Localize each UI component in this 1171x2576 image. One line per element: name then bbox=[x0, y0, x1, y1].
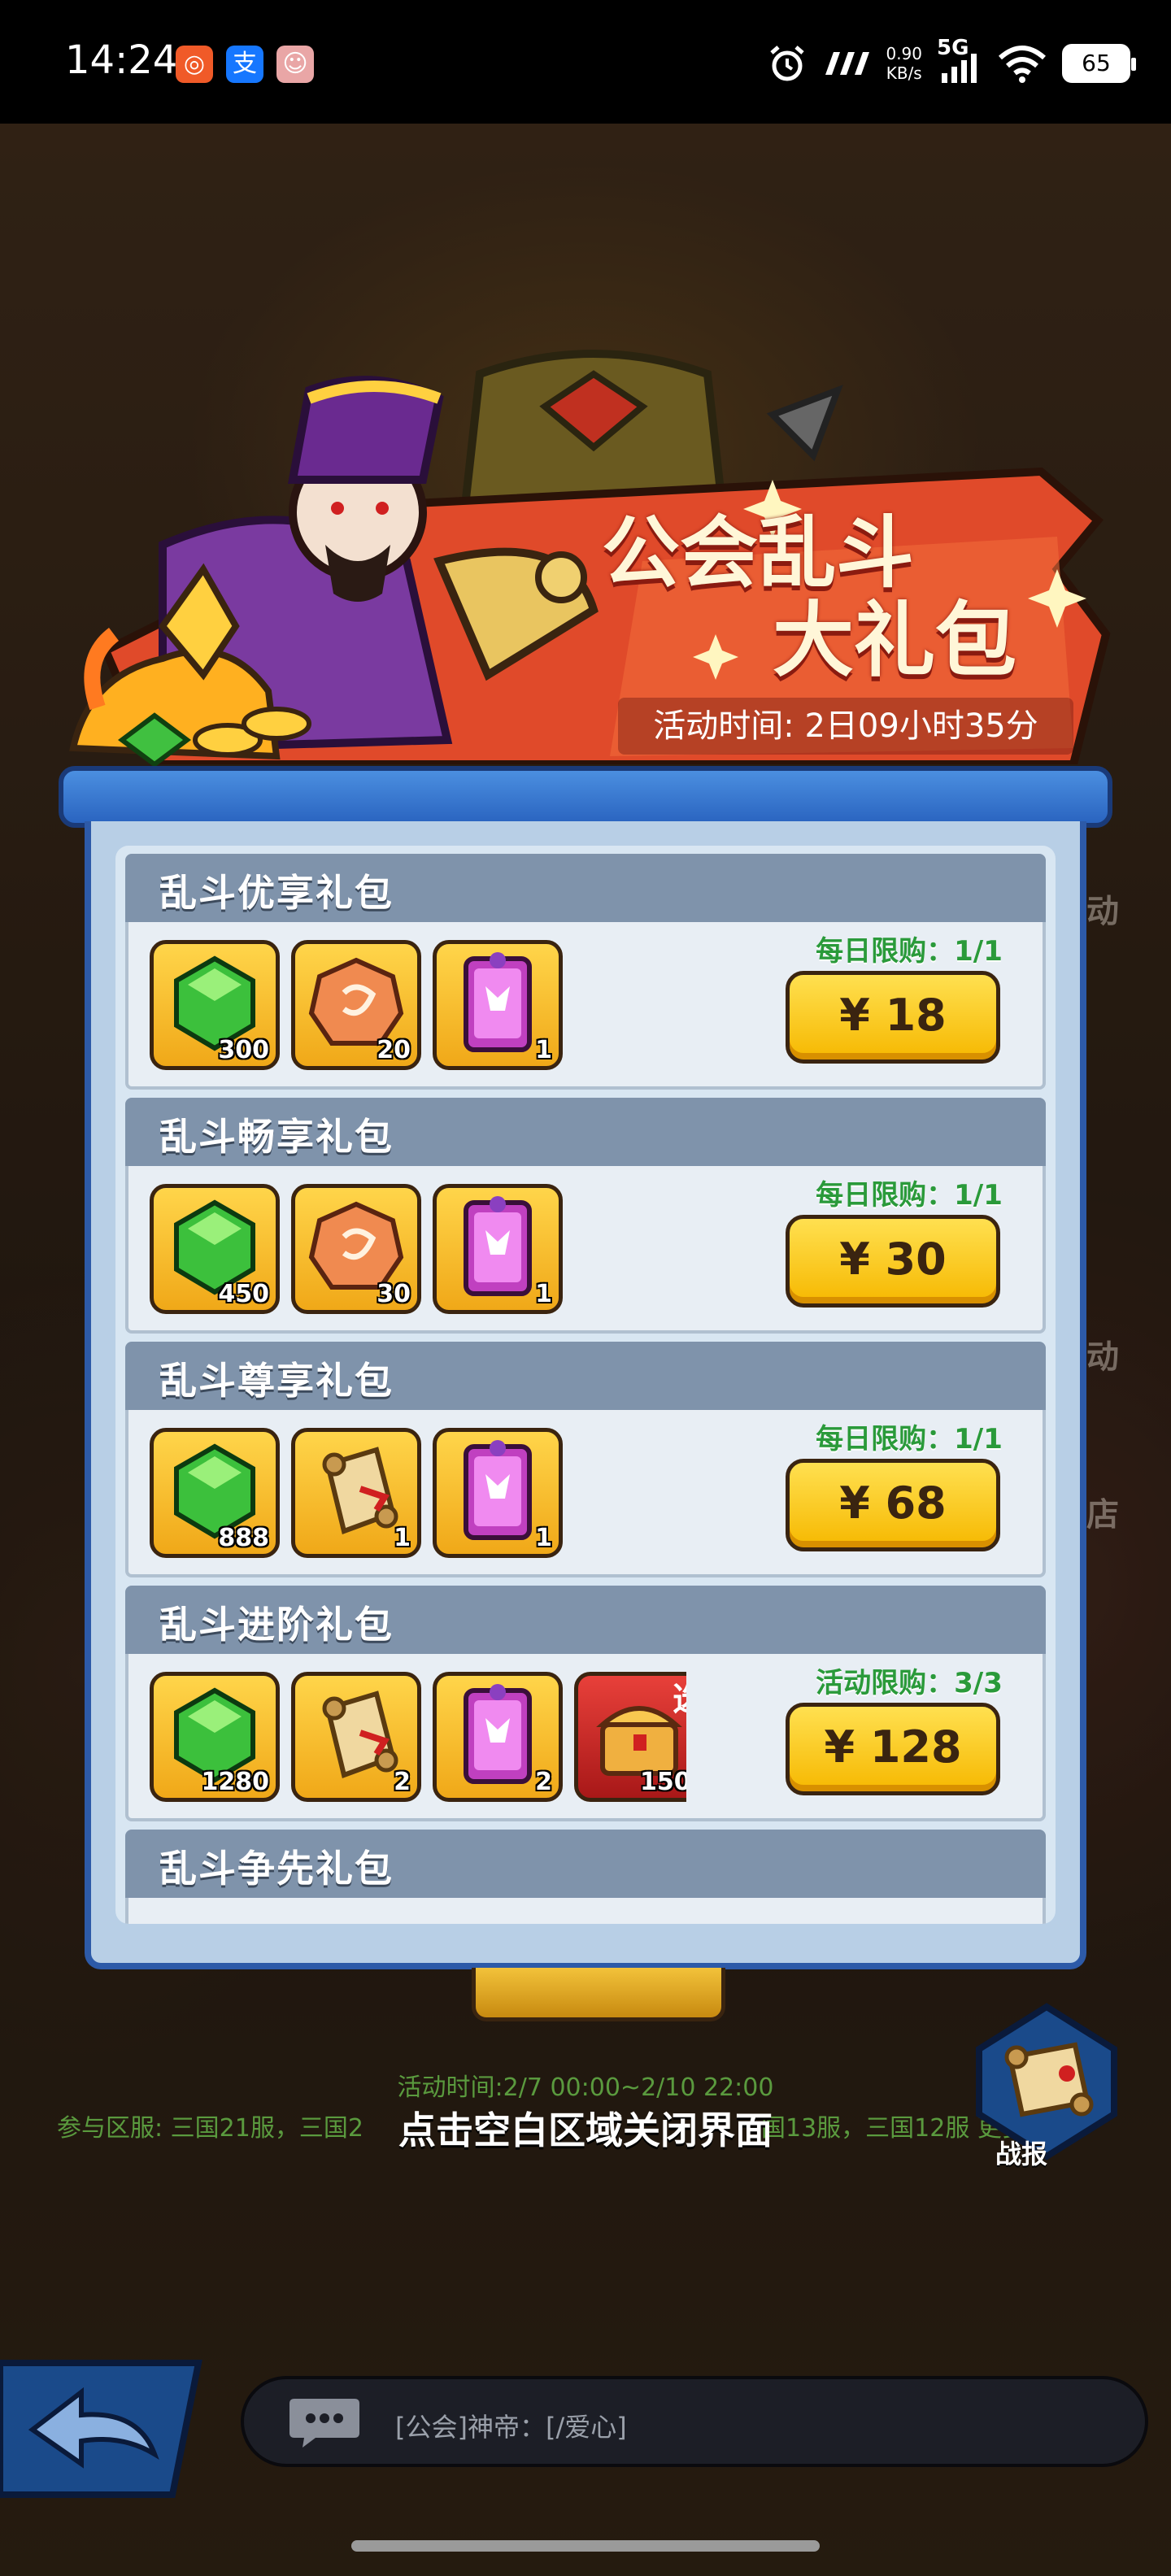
status-bar: 14:24 ◎ 支 ☺ 0.90 KB/s 5G 65 bbox=[0, 0, 1171, 124]
purchase-limit: 每日限购：1/1 bbox=[816, 1423, 1003, 1456]
buy-button[interactable]: ¥ 68 bbox=[786, 1459, 1000, 1551]
banner-title-line1: 公会乱斗 bbox=[602, 507, 914, 598]
item-quantity: 1 bbox=[535, 1036, 552, 1064]
buy-button[interactable]: ¥ 18 bbox=[786, 971, 1000, 1064]
gift-pack-card: 乱斗优享礼包 300 20 1 每日限购：1/1 ¥ 18 bbox=[125, 854, 1046, 1090]
event-countdown: 活动时间: 2日09小时35分 bbox=[618, 698, 1073, 755]
orange-orb-icon[interactable]: 30 bbox=[291, 1184, 421, 1314]
buy-button[interactable]: ¥ 30 bbox=[786, 1215, 1000, 1308]
item-quantity: 2 bbox=[535, 1768, 552, 1796]
purchase-limit: 每日限购：1/1 bbox=[816, 935, 1003, 968]
alipay-icon: 支 bbox=[226, 46, 263, 83]
background-yellow-tab bbox=[472, 1968, 725, 2021]
battle-report-label: 战报 bbox=[995, 2139, 1048, 2169]
orange-orb-icon[interactable]: 20 bbox=[291, 940, 421, 1070]
bg-side-label-2: 动 bbox=[1086, 1338, 1119, 1376]
strategist-character-illustration bbox=[69, 376, 599, 768]
gift-pack-title: 乱斗优享礼包 bbox=[159, 871, 394, 915]
panel-header-bar bbox=[59, 766, 1112, 828]
gift-pack-title: 乱斗进阶礼包 bbox=[159, 1603, 394, 1647]
buy-button[interactable]: ¥ 128 bbox=[786, 1703, 1000, 1795]
carrier-icon bbox=[825, 52, 870, 75]
bg-side-label-1: 动 bbox=[1086, 893, 1119, 930]
purple-card-icon[interactable]: 1 bbox=[433, 940, 563, 1070]
gift-pack-card: 乱斗进阶礼包 1280 2 2 选 bbox=[125, 1586, 1046, 1821]
home-indicator[interactable] bbox=[351, 2540, 820, 2552]
battery-icon: 65 bbox=[1062, 44, 1136, 83]
game-app-icon: ☺ bbox=[276, 46, 314, 83]
chat-bar[interactable]: [公会]神帝：[/爱心] bbox=[241, 2376, 1148, 2467]
banner-title-line2: 大礼包 bbox=[773, 593, 1016, 688]
gift-pack-card: 乱斗争先礼包 bbox=[125, 1830, 1046, 1924]
gift-pack-list[interactable]: 乱斗优享礼包 300 20 1 每日限购：1/1 ¥ 18 乱斗畅享礼包 450… bbox=[115, 846, 1056, 1924]
back-button[interactable] bbox=[0, 2356, 203, 2501]
item-quantity: 150 bbox=[640, 1768, 686, 1796]
chat-bubble-icon bbox=[289, 2399, 359, 2448]
green-gem-icon[interactable]: 300 bbox=[150, 940, 280, 1070]
green-gem-icon[interactable]: 888 bbox=[150, 1428, 280, 1558]
item-quantity: 20 bbox=[377, 1036, 411, 1064]
purple-card-icon[interactable]: 1 bbox=[433, 1428, 563, 1558]
gift-pack-title: 乱斗争先礼包 bbox=[159, 1847, 394, 1891]
treasure-chest-icon[interactable]: 选 150 bbox=[574, 1672, 686, 1802]
item-quantity: 1 bbox=[535, 1280, 552, 1308]
scroll-icon[interactable]: 2 bbox=[291, 1672, 421, 1802]
purple-card-icon[interactable]: 1 bbox=[433, 1184, 563, 1314]
green-gem-icon[interactable]: 1280 bbox=[150, 1672, 280, 1802]
gift-pack-title: 乱斗尊享礼包 bbox=[159, 1359, 394, 1403]
selectable-tag: 选 bbox=[673, 1676, 686, 1720]
gift-pack-card: 乱斗畅享礼包 450 30 1 每日限购：1/1 ¥ 30 bbox=[125, 1098, 1046, 1334]
network-speed-unit: KB/s bbox=[886, 63, 922, 83]
chat-latest-message: [公会]神帝：[/爱心] bbox=[395, 2412, 627, 2443]
wifi-icon bbox=[999, 46, 1046, 83]
bg-side-label-3: 店 bbox=[1086, 1496, 1119, 1534]
item-quantity: 2 bbox=[394, 1768, 411, 1796]
purchase-limit: 活动限购：3/3 bbox=[816, 1667, 1003, 1699]
signal-icon: 5G bbox=[937, 36, 982, 86]
purple-card-icon[interactable]: 2 bbox=[433, 1672, 563, 1802]
green-gem-icon[interactable]: 450 bbox=[150, 1184, 280, 1314]
purchase-limit: 每日限购：1/1 bbox=[816, 1179, 1003, 1212]
item-quantity: 888 bbox=[218, 1524, 269, 1552]
gift-pack-card: 乱斗尊享礼包 888 1 1 每日限购：1/1 ¥ 68 bbox=[125, 1342, 1046, 1577]
item-quantity: 30 bbox=[377, 1280, 411, 1308]
gift-pack-title: 乱斗畅享礼包 bbox=[159, 1115, 394, 1159]
network-speed-value: 0.90 bbox=[886, 44, 922, 63]
app-badge-icon: ◎ bbox=[176, 46, 213, 83]
banner-title: 公会乱斗 大礼包 bbox=[602, 514, 1057, 681]
item-quantity: 450 bbox=[218, 1280, 269, 1308]
clock: 14:24 bbox=[65, 37, 178, 83]
item-quantity: 1 bbox=[394, 1524, 411, 1552]
gift-pack-panel: 乱斗优享礼包 300 20 1 每日限购：1/1 ¥ 18 乱斗畅享礼包 450… bbox=[85, 821, 1086, 1969]
item-quantity: 1280 bbox=[201, 1768, 270, 1796]
item-quantity: 300 bbox=[218, 1036, 269, 1064]
item-quantity: 1 bbox=[535, 1524, 552, 1552]
scroll-icon[interactable]: 1 bbox=[291, 1428, 421, 1558]
alarm-icon bbox=[770, 46, 805, 81]
